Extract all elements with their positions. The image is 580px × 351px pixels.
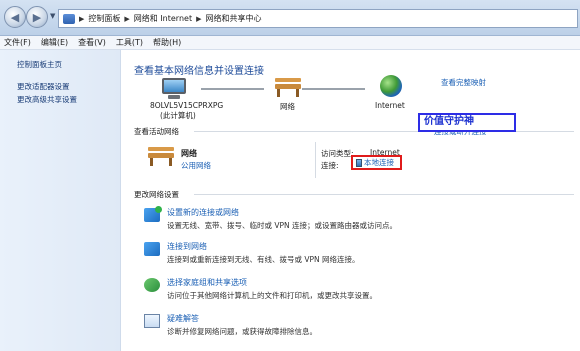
sidebar-item-change-adapter[interactable]: 更改适配器设置: [17, 81, 70, 92]
task-homegroup-desc: 访问位于其他网络计算机上的文件和打印机，或更改共享设置。: [167, 291, 377, 300]
connect-network-icon: [144, 242, 160, 256]
change-settings-heading: 更改网络设置: [134, 190, 179, 199]
forward-arrow-icon: ▶: [32, 10, 42, 24]
connections-label: 连接:: [321, 161, 339, 170]
vertical-divider: [315, 142, 316, 178]
main-panel: 查看基本网络信息并设置连接 查看完整映射 8OLVL5V15CPRXPG (此计…: [122, 50, 580, 351]
forward-button[interactable]: ▶: [26, 6, 48, 28]
menu-help[interactable]: 帮助(H): [153, 37, 181, 48]
homegroup-icon: [144, 278, 160, 292]
computer-icon: [159, 78, 189, 100]
internet-globe-icon: [380, 75, 402, 97]
breadcrumb-separator-icon[interactable]: ▶: [196, 15, 201, 23]
active-networks-heading: 查看活动网络: [134, 127, 179, 136]
network-bench-icon: [146, 147, 176, 167]
breadcrumb-network-internet[interactable]: 网络和 Internet: [134, 13, 192, 24]
local-connection-link[interactable]: 本地连接: [351, 155, 402, 170]
control-panel-icon: [63, 13, 75, 24]
task-homegroup-link[interactable]: 选择家庭组和共享选项: [167, 277, 247, 288]
section-divider: [194, 131, 574, 132]
menu-file[interactable]: 文件(F): [4, 37, 31, 48]
sidebar-item-advanced-sharing[interactable]: 更改高级共享设置: [17, 94, 77, 105]
back-arrow-icon: ◀: [10, 10, 20, 24]
sidebar-item-control-panel-home[interactable]: 控制面板主页: [17, 59, 62, 70]
task-troubleshoot-desc: 诊断并修复网络问题，或获得故障排除信息。: [167, 327, 317, 336]
back-button[interactable]: ◀: [4, 6, 26, 28]
breadcrumb-separator-icon[interactable]: ▶: [79, 15, 84, 23]
breadcrumb-network-sharing-center[interactable]: 网络和共享中心: [205, 13, 261, 24]
task-setup-connection-link[interactable]: 设置新的连接或网络: [167, 207, 239, 218]
menu-edit[interactable]: 编辑(E): [41, 37, 68, 48]
page-title: 查看基本网络信息并设置连接: [134, 66, 264, 77]
task-connect-network-link[interactable]: 连接到网络: [167, 241, 207, 252]
watermark-label: 价值守护神: [418, 113, 516, 132]
network-adapter-icon: [356, 158, 362, 167]
access-type-label: 访问类型:: [321, 149, 354, 158]
task-troubleshoot-link[interactable]: 疑难解答: [167, 313, 199, 324]
sidebar: 控制面板主页 更改适配器设置 更改高级共享设置: [0, 50, 121, 351]
full-map-link[interactable]: 查看完整映射: [441, 77, 486, 88]
section-divider: [194, 194, 574, 195]
computer-name: 8OLVL5V15CPRXPG: [150, 101, 224, 110]
breadcrumb-control-panel[interactable]: 控制面板: [88, 13, 120, 24]
internet-map-label: Internet: [375, 101, 405, 110]
computer-sub-label: (此计算机): [160, 111, 196, 120]
task-setup-connection-desc: 设置无线、宽带、拨号、临时或 VPN 连接；或设置路由器或访问点。: [167, 221, 398, 230]
menu-bar: 文件(F) 编辑(E) 查看(V) 工具(T) 帮助(H): [0, 36, 580, 50]
network-bench-icon: [273, 78, 303, 98]
menu-view[interactable]: 查看(V): [78, 37, 106, 48]
connection-name: 本地连接: [364, 158, 394, 167]
address-bar[interactable]: ▶ 控制面板 ▶ 网络和 Internet ▶ 网络和共享中心: [58, 9, 578, 28]
history-dropdown-icon[interactable]: ▼: [50, 12, 55, 20]
breadcrumb-separator-icon[interactable]: ▶: [124, 15, 129, 23]
title-bar: ◀ ▶ ▼ ▶ 控制面板 ▶ 网络和 Internet ▶ 网络和共享中心: [0, 0, 580, 36]
task-connect-network-desc: 连接到或重新连接到无线、有线、拨号或 VPN 网络连接。: [167, 255, 360, 264]
network-type-link[interactable]: 公用网络: [181, 160, 211, 171]
network-name: 网络: [181, 149, 197, 158]
menu-tools[interactable]: 工具(T): [116, 37, 143, 48]
map-connector-line: [201, 88, 264, 90]
network-map-label: 网络: [280, 102, 295, 111]
network-setup-icon: [144, 206, 162, 222]
troubleshoot-icon: [144, 314, 160, 328]
map-connector-line: [302, 88, 365, 90]
